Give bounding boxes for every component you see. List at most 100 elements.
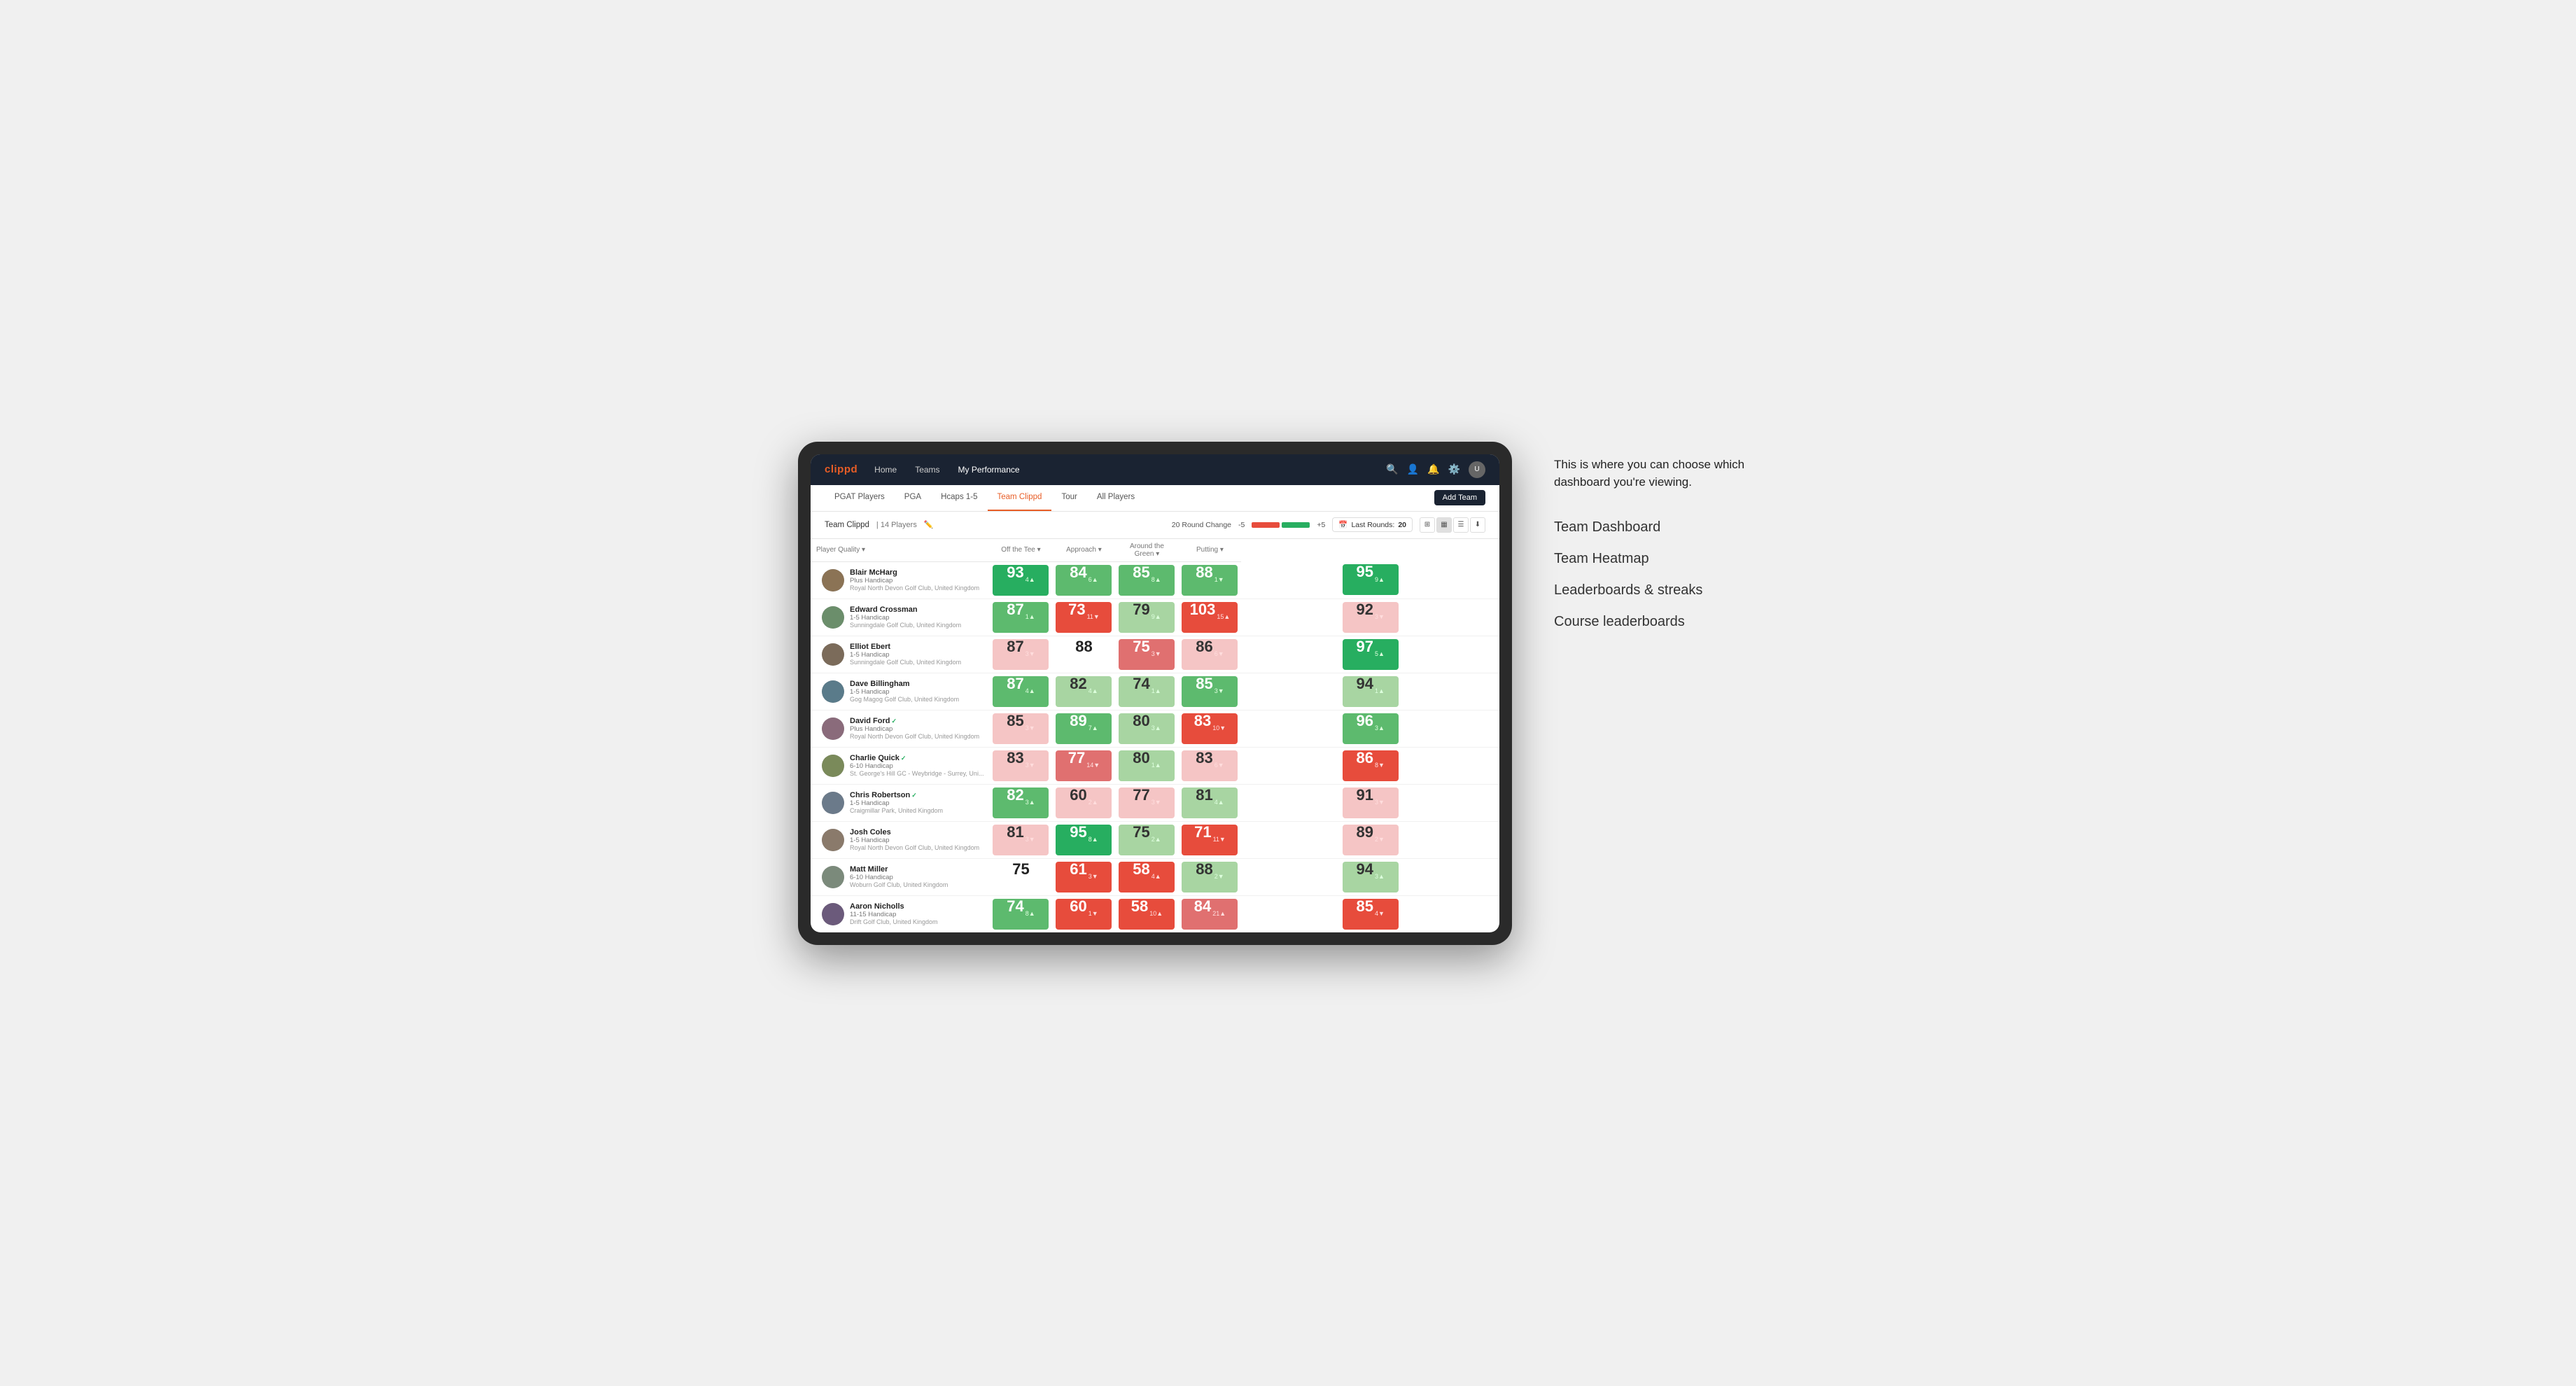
table-row: Elliot Ebert 1-5 Handicap Sunningdale Go…: [811, 636, 1499, 673]
score-value: 86: [1357, 750, 1373, 766]
download-button[interactable]: ⬇: [1470, 517, 1485, 533]
score-cell-r3-c2: 74 1▲: [1115, 673, 1178, 710]
score-box-r4-c0: 85 3▼: [993, 713, 1049, 744]
score-value: 89: [1070, 713, 1086, 729]
player-name-1: Edward Crossman: [850, 606, 983, 614]
player-cell-0[interactable]: Blair McHarg Plus Handicap Royal North D…: [811, 561, 989, 598]
score-value: 83: [1194, 713, 1211, 729]
score-cell-r1-c2: 79 9▲: [1115, 598, 1178, 636]
nav-my-performance[interactable]: My Performance: [955, 463, 1023, 476]
player-handicap-9: 11-15 Handicap: [850, 911, 983, 918]
score-cell-r5-c4: 86 8▼: [1241, 747, 1499, 784]
score-cell-r3-c0: 87 4▲: [989, 673, 1052, 710]
score-value: 88: [1075, 639, 1092, 654]
score-value: 84: [1194, 899, 1211, 914]
score-box-r8-c3: 88 2▼: [1182, 862, 1238, 892]
player-cell-6[interactable]: Chris Robertson✓ 1-5 Handicap Craigmilla…: [811, 784, 989, 821]
score-box-r1-c4: 92 3▼: [1343, 602, 1399, 633]
player-cell-5[interactable]: Charlie Quick✓ 6-10 Handicap St. George'…: [811, 747, 989, 784]
col-around-green[interactable]: Around the Green ▾: [1115, 539, 1178, 562]
score-cell-r5-c0: 83 3▼: [989, 747, 1052, 784]
tablet-screen: clippd Home Teams My Performance 🔍 👤 🔔 ⚙…: [811, 454, 1499, 932]
settings-icon[interactable]: ⚙️: [1448, 463, 1460, 475]
score-cell-r8-c0: 75: [989, 858, 1052, 895]
option-course-leaderboards[interactable]: Course leaderboards: [1554, 614, 1778, 630]
search-icon[interactable]: 🔍: [1386, 463, 1398, 475]
score-box-r6-c1: 60 2▲: [1056, 788, 1112, 818]
list-view-button[interactable]: ☰: [1453, 517, 1469, 533]
score-box-r4-c1: 89 7▲: [1056, 713, 1112, 744]
player-cell-2[interactable]: Elliot Ebert 1-5 Handicap Sunningdale Go…: [811, 636, 989, 673]
logo[interactable]: clippd: [825, 463, 858, 475]
score-value: 94: [1357, 862, 1373, 877]
player-handicap-8: 6-10 Handicap: [850, 874, 983, 881]
tab-tour[interactable]: Tour: [1051, 485, 1086, 511]
tab-pga[interactable]: PGA: [895, 485, 931, 511]
score-box-r8-c1: 61 3▼: [1056, 862, 1112, 892]
player-cell-4[interactable]: David Ford✓ Plus Handicap Royal North De…: [811, 710, 989, 747]
tab-all-players[interactable]: All Players: [1087, 485, 1144, 511]
team-name: Team Clippd: [825, 521, 869, 529]
score-box-r2-c3: 86 6▼: [1182, 639, 1238, 670]
score-cell-r0-c0: 93 4▲: [989, 561, 1052, 598]
grid-view-button[interactable]: ⊞: [1420, 517, 1435, 533]
nav-home[interactable]: Home: [872, 463, 899, 476]
tab-hcaps[interactable]: Hcaps 1-5: [931, 485, 987, 511]
avatar[interactable]: U: [1469, 461, 1485, 478]
score-cell-r8-c3: 88 2▼: [1178, 858, 1241, 895]
col-off-tee[interactable]: Off the Tee ▾: [989, 539, 1052, 562]
score-value: 87: [1007, 602, 1023, 617]
score-box-r2-c2: 75 3▼: [1119, 639, 1175, 670]
table-row: Josh Coles 1-5 Handicap Royal North Devo…: [811, 821, 1499, 858]
table-row: Dave Billingham 1-5 Handicap Gog Magog G…: [811, 673, 1499, 710]
edit-icon[interactable]: ✏️: [924, 520, 934, 529]
player-handicap-2: 1-5 Handicap: [850, 651, 983, 659]
right-panel: This is where you can choose which dashb…: [1554, 442, 1778, 630]
subnav: PGAT Players PGA Hcaps 1-5 Team Clippd T…: [811, 485, 1499, 512]
option-team-heatmap[interactable]: Team Heatmap: [1554, 551, 1778, 567]
score-box-r6-c4: 91 3▼: [1343, 788, 1399, 818]
player-handicap-0: Plus Handicap: [850, 577, 983, 584]
player-cell-3[interactable]: Dave Billingham 1-5 Handicap Gog Magog G…: [811, 673, 989, 710]
player-cell-1[interactable]: Edward Crossman 1-5 Handicap Sunningdale…: [811, 598, 989, 636]
player-name-4: David Ford✓: [850, 717, 983, 725]
score-box-r0-c0: 93 4▲: [993, 565, 1049, 596]
score-cell-r0-c3: 88 1▼: [1178, 561, 1241, 598]
player-cell-8[interactable]: Matt Miller 6-10 Handicap Woburn Golf Cl…: [811, 858, 989, 895]
score-value: 82: [1007, 788, 1023, 803]
col-approach[interactable]: Approach ▾: [1052, 539, 1115, 562]
player-handicap-1: 1-5 Handicap: [850, 614, 983, 622]
player-info-5: Charlie Quick✓ 6-10 Handicap St. George'…: [850, 754, 983, 777]
score-cell-r7-c3: 71 11▼: [1178, 821, 1241, 858]
tab-pgat-players[interactable]: PGAT Players: [825, 485, 895, 511]
add-team-button[interactable]: Add Team: [1434, 490, 1485, 505]
player-name-9: Aaron Nicholls: [850, 902, 983, 911]
col-putting[interactable]: Putting ▾: [1178, 539, 1241, 562]
player-handicap-5: 6-10 Handicap: [850, 762, 983, 770]
score-cell-r6-c4: 91 3▼: [1241, 784, 1499, 821]
player-info-7: Josh Coles 1-5 Handicap Royal North Devo…: [850, 828, 983, 851]
option-team-dashboard[interactable]: Team Dashboard: [1554, 519, 1778, 536]
score-box-r8-c2: 58 4▲: [1119, 862, 1175, 892]
score-value: 91: [1357, 788, 1373, 803]
player-club-4: Royal North Devon Golf Club, United King…: [850, 733, 983, 740]
score-cell-r2-c4: 97 5▲: [1241, 636, 1499, 673]
user-icon[interactable]: 👤: [1407, 463, 1419, 475]
player-club-8: Woburn Golf Club, United Kingdom: [850, 881, 983, 888]
player-cell-7[interactable]: Josh Coles 1-5 Handicap Royal North Devo…: [811, 821, 989, 858]
last-rounds-button[interactable]: 📅 Last Rounds: 20: [1332, 517, 1413, 532]
option-leaderboards[interactable]: Leaderboards & streaks: [1554, 582, 1778, 598]
score-cell-r7-c4: 89 2▼: [1241, 821, 1499, 858]
nav-teams[interactable]: Teams: [912, 463, 942, 476]
bell-icon[interactable]: 🔔: [1427, 463, 1439, 475]
tab-team-clippd[interactable]: Team Clippd: [988, 485, 1052, 511]
heatmap-view-button[interactable]: ▦: [1436, 517, 1452, 533]
score-value: 92: [1357, 602, 1373, 617]
score-value: 94: [1357, 676, 1373, 692]
player-cell-9[interactable]: Aaron Nicholls 11-15 Handicap Drift Golf…: [811, 895, 989, 932]
score-cell-r1-c0: 87 1▲: [989, 598, 1052, 636]
avatar-1: [822, 606, 844, 629]
score-box-r4-c2: 80 3▲: [1119, 713, 1175, 744]
score-value: 89: [1357, 825, 1373, 840]
player-club-6: Craigmillar Park, United Kingdom: [850, 807, 983, 814]
